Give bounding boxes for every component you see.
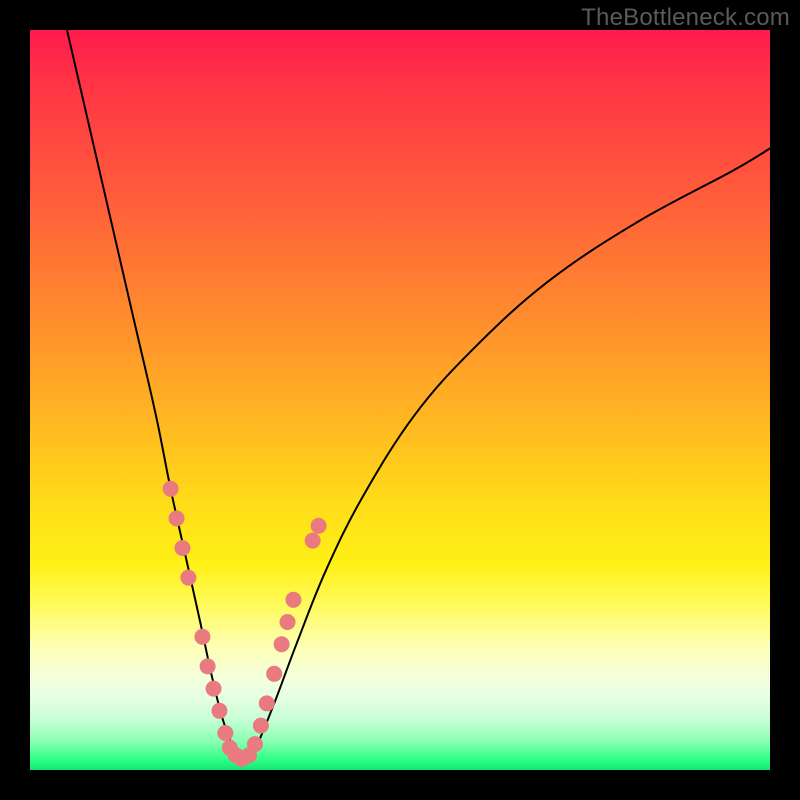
plot-background: [30, 30, 770, 770]
watermark-text: TheBottleneck.com: [581, 4, 790, 32]
chart-frame: TheBottleneck.com: [0, 0, 800, 800]
